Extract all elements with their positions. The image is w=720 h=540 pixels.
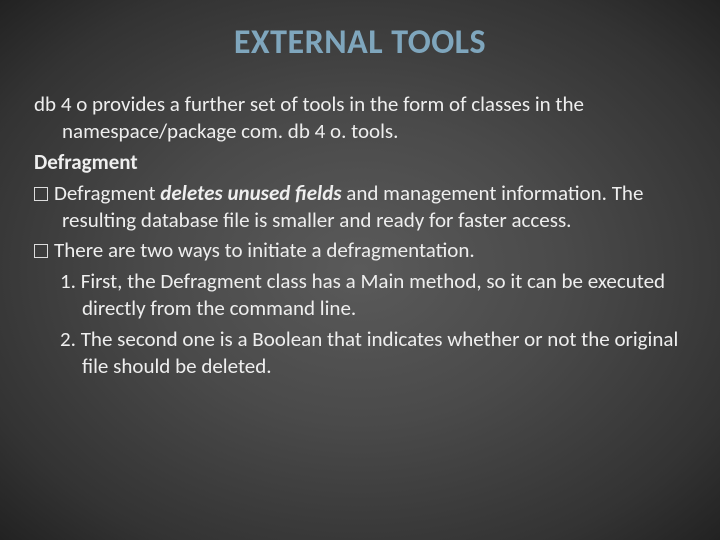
subheading-defragment: Defragment — [34, 149, 686, 176]
numbered-item-1: 1. First, the Defragment class has a Mai… — [34, 268, 686, 322]
intro-rest: provides a further set of tools in the f… — [62, 91, 584, 144]
bullet-1-before: Defragment — [54, 180, 160, 206]
slide-body: db 4 o provides a further set of tools i… — [30, 91, 690, 380]
bullet-icon — [34, 187, 48, 201]
bullet-1: Defragment deletes unused fields and man… — [34, 180, 686, 234]
slide-title: EXTERNAL TOOLS — [30, 22, 690, 63]
intro-lead: db 4 o — [34, 91, 92, 117]
bullet-2-text: There are two ways to initiate a defragm… — [54, 237, 475, 263]
slide: EXTERNAL TOOLS db 4 o provides a further… — [0, 0, 720, 540]
bullet-2: There are two ways to initiate a defragm… — [34, 237, 686, 264]
bullet-icon — [34, 244, 48, 258]
bullet-1-emphasis: deletes unused fields — [160, 180, 341, 206]
numbered-item-2: 2. The second one is a Boolean that indi… — [34, 326, 686, 380]
intro-paragraph: db 4 o provides a further set of tools i… — [34, 91, 686, 145]
